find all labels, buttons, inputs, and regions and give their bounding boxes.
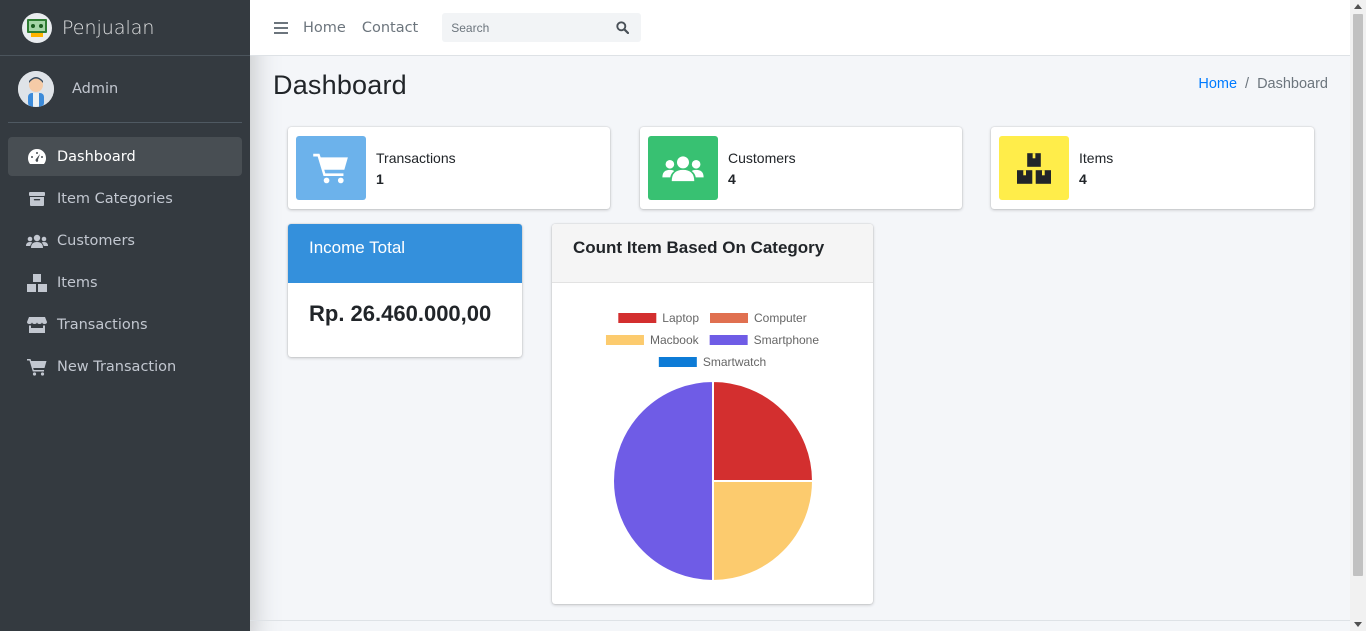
brand-link[interactable]: Penjualan (0, 0, 250, 56)
info-box-label: Customers (728, 149, 796, 166)
users-icon (662, 156, 704, 182)
user-panel: Admin (8, 56, 242, 123)
cart-icon (313, 153, 348, 184)
page-title: Dashboard (273, 70, 407, 100)
sidebar-item-label: Items (57, 274, 98, 291)
legend-swatch-computer[interactable] (710, 313, 749, 323)
users-icon (26, 232, 48, 250)
scroll-down-arrow-icon[interactable] (1354, 622, 1362, 627)
archive-icon (26, 190, 48, 208)
search-button[interactable] (607, 13, 637, 42)
info-box-items: Items 4 (991, 127, 1314, 209)
sidebar-item-label: Dashboard (57, 148, 136, 165)
search-input[interactable] (442, 20, 608, 35)
info-box-value: 4 (728, 170, 736, 187)
cart-icon (26, 358, 48, 376)
income-total-title: Income Total (288, 224, 522, 283)
navbar-link-contact[interactable]: Contact (362, 20, 418, 36)
income-total-card: Income Total Rp. 26.460.000,00 (288, 224, 522, 357)
legend-swatch-laptop[interactable] (618, 313, 657, 323)
boxes-icon (1017, 152, 1051, 184)
sidebar-item-customers[interactable]: Customers (8, 221, 242, 260)
top-navbar: Home Contact (250, 0, 1350, 56)
sidebar-item-items[interactable]: Items (8, 263, 242, 302)
income-total-value: Rp. 26.460.000,00 (309, 301, 492, 326)
legend-label-computer[interactable]: Computer (754, 311, 807, 325)
sidebar-item-label: Transactions (57, 316, 148, 333)
legend-label-smartphone[interactable]: Smartphone (754, 333, 820, 347)
category-chart-card: Count Item Based On Category Laptop Compu… (552, 224, 873, 604)
tachometer-icon (26, 148, 48, 166)
info-box-customers: Customers 4 (640, 127, 962, 209)
sidebar-item-label: New Transaction (57, 358, 177, 375)
search-icon (616, 21, 629, 34)
pie-slice-macbook[interactable] (712, 480, 815, 583)
info-box-icon (999, 136, 1069, 200)
brand-text: Penjualan (62, 16, 155, 39)
footer-divider (250, 620, 1350, 621)
pie-slice-smartphone[interactable] (612, 379, 714, 583)
sidebar-item-label: Customers (57, 232, 135, 249)
info-box-transactions: Transactions 1 (288, 127, 610, 209)
legend-label-laptop[interactable]: Laptop (662, 311, 699, 325)
chart-title: Count Item Based On Category (552, 224, 873, 283)
legend-swatch-smartwatch[interactable] (658, 357, 697, 367)
hamburger-menu-icon[interactable] (274, 21, 288, 35)
category-pie-chart: Laptop Computer Macbook Smartphone Smartwatc… (605, 311, 820, 583)
breadcrumb-home-link[interactable]: Home (1198, 76, 1237, 92)
sidebar-item-item-categories[interactable]: Item Categories (8, 179, 242, 218)
legend-label-macbook[interactable]: Macbook (650, 333, 700, 347)
info-box-value: 1 (376, 170, 384, 187)
sidebar: Penjualan Admin Dashboard Item Categorie (0, 0, 250, 631)
legend-swatch-smartphone[interactable] (709, 335, 748, 345)
user-name[interactable]: Admin (72, 81, 118, 97)
sidebar-item-label: Item Categories (57, 190, 173, 207)
scroll-up-arrow-icon[interactable] (1354, 4, 1362, 9)
boxes-icon (26, 273, 48, 292)
legend-swatch-macbook[interactable] (605, 335, 644, 345)
info-box-label: Transactions (376, 149, 456, 166)
info-box-icon (648, 136, 718, 200)
sidebar-item-transactions[interactable]: Transactions (8, 305, 242, 344)
navbar-search (442, 13, 642, 42)
legend-label-smartwatch[interactable]: Smartwatch (703, 355, 766, 369)
info-box-icon (296, 136, 366, 200)
info-box-value: 4 (1079, 170, 1087, 187)
store-icon (26, 316, 48, 334)
sidebar-item-dashboard[interactable]: Dashboard (8, 137, 242, 176)
info-box-label: Items (1079, 149, 1114, 166)
page-scrollbar[interactable] (1350, 0, 1366, 631)
navbar-link-home[interactable]: Home (303, 20, 346, 36)
brand-logo (22, 12, 52, 43)
sidebar-nav: Dashboard Item Categories Customers Item… (0, 137, 250, 386)
user-avatar (18, 71, 54, 107)
breadcrumb-separator: / (1245, 76, 1250, 92)
scroll-thumb[interactable] (1353, 14, 1363, 576)
breadcrumb: Home / Dashboard (1198, 76, 1328, 92)
breadcrumb-current: Dashboard (1257, 76, 1328, 92)
sidebar-item-new-transaction[interactable]: New Transaction (8, 347, 242, 386)
pie-slice-laptop[interactable] (712, 379, 815, 482)
